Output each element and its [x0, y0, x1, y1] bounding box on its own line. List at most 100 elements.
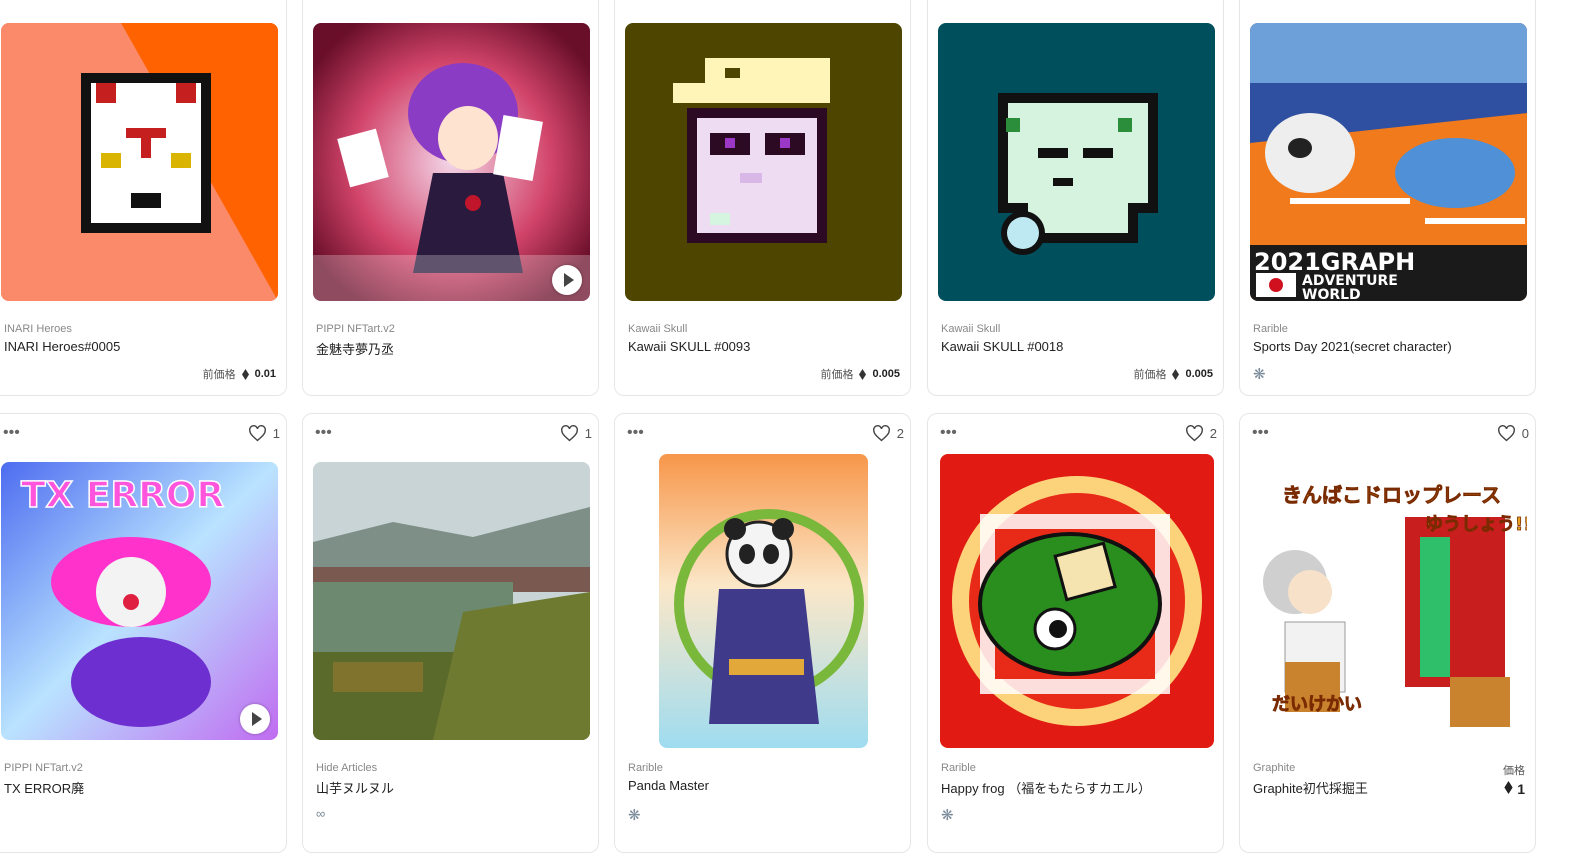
- nft-image[interactable]: TX ERROR: [1, 462, 278, 740]
- nft-title[interactable]: TX ERROR廃: [4, 778, 84, 797]
- nft-title[interactable]: 山芋ヌルヌル: [316, 778, 394, 797]
- price-label: 価格: [1503, 765, 1525, 777]
- pixel-skull-artwork: [938, 23, 1215, 301]
- nft-title[interactable]: Kawaii SKULL #0093: [628, 339, 750, 354]
- nft-title[interactable]: Graphite初代採掘王: [1253, 778, 1368, 797]
- more-dots-icon[interactable]: •••: [3, 425, 20, 441]
- like-button[interactable]: 0: [1497, 425, 1529, 442]
- price-label: 前価格: [820, 369, 854, 381]
- nft-card[interactable]: PIPPI NFTart.v2 金魅寺夢乃丞: [302, 0, 599, 396]
- collection-name[interactable]: Rarible: [628, 762, 663, 774]
- card-toolbar: ••• 2: [928, 414, 1223, 454]
- like-button[interactable]: 2: [1185, 425, 1217, 442]
- heart-icon: [1185, 425, 1203, 442]
- nft-image[interactable]: きんばこドロップレース ゆうしょう!! だいけかい: [1250, 462, 1527, 740]
- landscape-photo: [313, 462, 590, 740]
- artwork-caption: だいけかい: [1272, 694, 1362, 715]
- nft-image[interactable]: [659, 454, 868, 748]
- nft-image[interactable]: [313, 23, 590, 301]
- pixel-game-artwork: きんばこドロップレース ゆうしょう!! だいけかい: [1250, 462, 1527, 740]
- nft-image[interactable]: [1, 23, 278, 301]
- nft-title[interactable]: Happy frog （福をもたらすカエル）: [941, 778, 1151, 797]
- artwork-caption: WORLD: [1302, 287, 1361, 301]
- price-value: 0.005: [872, 368, 900, 380]
- nft-image[interactable]: [313, 462, 590, 740]
- eth-icon: [241, 368, 249, 380]
- play-icon[interactable]: [240, 704, 270, 734]
- artwork-caption: TX ERROR: [21, 475, 224, 516]
- nft-card[interactable]: ••• 0 きんばこドロップレース ゆうしょう!! だいけかい Graphite…: [1239, 413, 1536, 853]
- eth-icon: [1504, 781, 1513, 794]
- more-dots-icon[interactable]: •••: [627, 425, 644, 441]
- artwork-caption: 2021GRAPH: [1254, 248, 1415, 276]
- eth-icon: [859, 368, 867, 380]
- nft-card[interactable]: ••• 1 Hide Articles 山芋ヌルヌル ∞: [302, 413, 599, 853]
- like-count: 2: [1209, 426, 1217, 441]
- like-count: 1: [584, 426, 592, 441]
- nft-title[interactable]: Kawaii SKULL #0018: [941, 339, 1063, 354]
- nft-card[interactable]: Kawaii Skull Kawaii SKULL #0018 前価格 0.00…: [927, 0, 1224, 396]
- nft-title[interactable]: Sports Day 2021(secret character): [1253, 339, 1452, 354]
- heart-icon: [1497, 425, 1515, 442]
- like-count: 2: [896, 426, 904, 441]
- like-button[interactable]: 1: [560, 425, 592, 442]
- more-dots-icon[interactable]: •••: [315, 425, 332, 441]
- like-button[interactable]: 2: [872, 425, 904, 442]
- nft-image[interactable]: [625, 23, 902, 301]
- frog-artwork: [940, 454, 1214, 748]
- nft-title[interactable]: Panda Master: [628, 778, 709, 793]
- artwork-caption: ゆうしょう!!: [1425, 514, 1527, 535]
- price-label: 前価格: [202, 369, 236, 381]
- price: 前価格 0.005: [1133, 366, 1213, 382]
- collection-name[interactable]: INARI Heroes: [4, 323, 72, 335]
- nft-card[interactable]: ••• 2 Rarible Panda Master ❋: [614, 413, 911, 853]
- nft-card[interactable]: ••• 2 Rarible Happy frog （福をもたらすカエル） ❋: [927, 413, 1224, 853]
- rarible-icon: ❋: [1253, 366, 1266, 383]
- collection-name[interactable]: Kawaii Skull: [941, 323, 1000, 335]
- pixel-skull-artwork: [625, 23, 902, 301]
- card-toolbar: ••• 0: [1240, 414, 1535, 454]
- collection-name[interactable]: Hide Articles: [316, 762, 377, 774]
- nft-card[interactable]: Kawaii Skull Kawaii SKULL #0093 前価格 0.00…: [614, 0, 911, 396]
- collection-name[interactable]: Graphite: [1253, 762, 1295, 774]
- heart-icon: [872, 425, 890, 442]
- price: 価格 1: [1503, 762, 1525, 797]
- price: 前価格 0.01: [203, 366, 276, 382]
- pixel-sports-artwork: 2021GRAPH ADVENTURE WORLD: [1250, 23, 1527, 301]
- more-dots-icon[interactable]: •••: [1252, 425, 1269, 441]
- heart-icon: [560, 425, 578, 442]
- clown-artwork: TX ERROR: [1, 462, 278, 740]
- collection-name[interactable]: Rarible: [1253, 323, 1288, 335]
- fox-mask-artwork: [1, 23, 278, 301]
- price-value-row: 1: [1503, 781, 1525, 797]
- artwork-caption: きんばこドロップレース: [1282, 483, 1501, 507]
- rarible-icon: ❋: [941, 807, 954, 824]
- nft-card[interactable]: INARI Heroes INARI Heroes#0005 前価格 0.01: [0, 0, 287, 396]
- like-button[interactable]: 1: [248, 425, 280, 442]
- collection-name[interactable]: PIPPI NFTart.v2: [316, 323, 395, 335]
- nft-title[interactable]: INARI Heroes#0005: [4, 339, 120, 354]
- like-count: 0: [1521, 426, 1529, 441]
- collection-name[interactable]: PIPPI NFTart.v2: [4, 762, 83, 774]
- price-value: 0.005: [1185, 368, 1213, 380]
- rarible-icon: ❋: [628, 807, 641, 824]
- card-toolbar: ••• 1: [0, 414, 286, 454]
- anime-character-artwork: [313, 23, 590, 301]
- price-value: 1: [1517, 781, 1525, 797]
- nft-image[interactable]: [940, 454, 1214, 748]
- nft-title[interactable]: 金魅寺夢乃丞: [316, 339, 394, 358]
- collection-name[interactable]: Rarible: [941, 762, 976, 774]
- play-icon[interactable]: [552, 265, 582, 295]
- more-dots-icon[interactable]: •••: [940, 425, 957, 441]
- nft-image[interactable]: 2021GRAPH ADVENTURE WORLD: [1250, 23, 1527, 301]
- price-label: 前価格: [1133, 369, 1167, 381]
- like-count: 1: [272, 426, 280, 441]
- collection-name[interactable]: Kawaii Skull: [628, 323, 687, 335]
- panda-artwork: [659, 454, 868, 748]
- nft-card[interactable]: 2021GRAPH ADVENTURE WORLD Rarible Sports…: [1239, 0, 1536, 396]
- nft-image[interactable]: [938, 23, 1215, 301]
- heart-icon: [248, 425, 266, 442]
- nft-card[interactable]: ••• 1 TX ERROR PIPPI NFTart.v2 TX ERROR廃: [0, 413, 287, 853]
- link-icon: ∞: [316, 806, 326, 821]
- price-value: 0.01: [254, 368, 276, 380]
